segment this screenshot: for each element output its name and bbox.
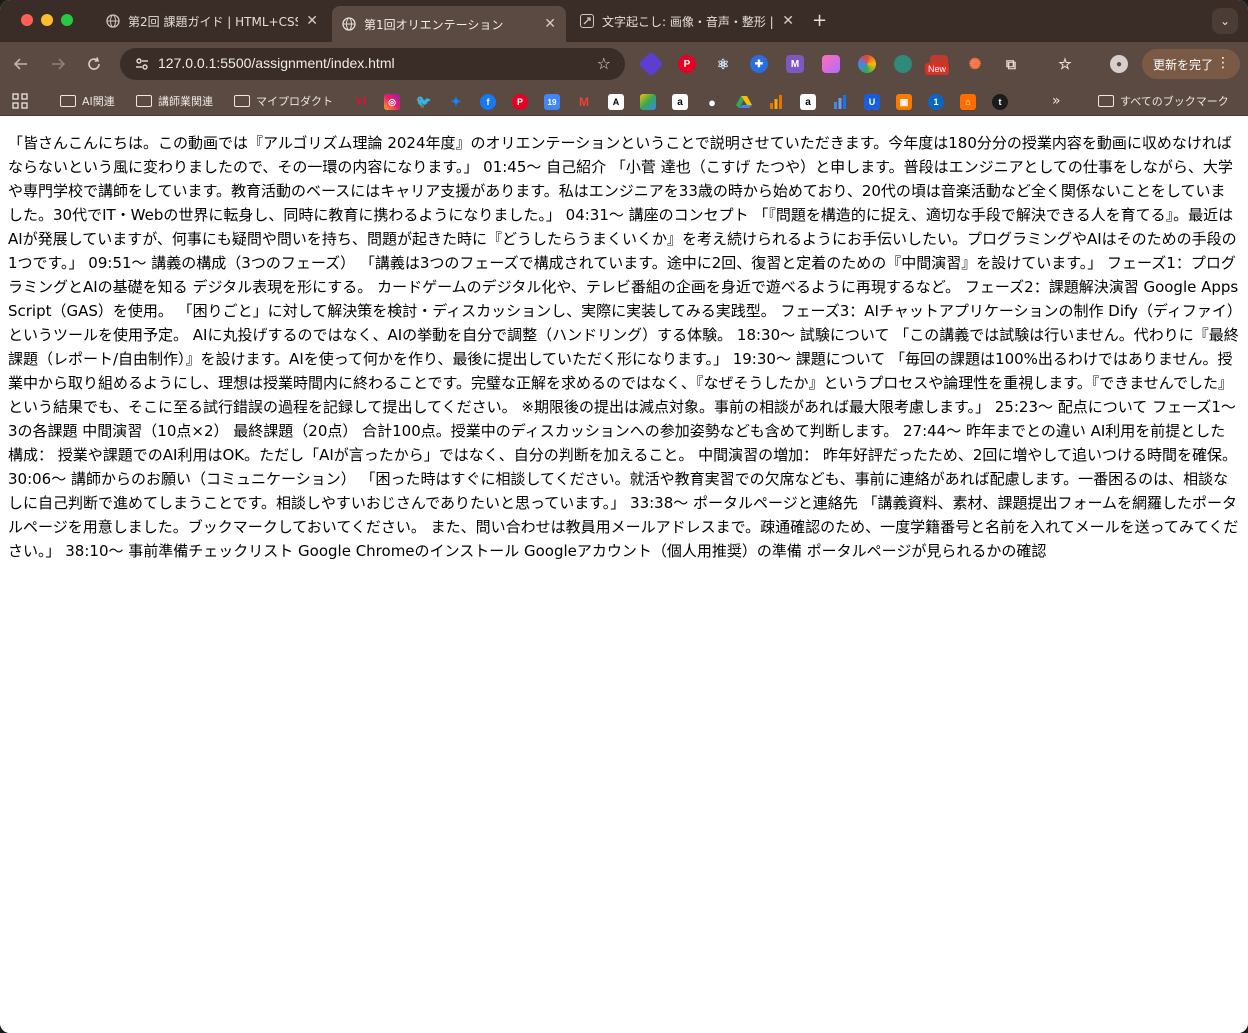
close-window-button[interactable] bbox=[21, 14, 33, 26]
bookmark-label: AI関連 bbox=[82, 95, 115, 108]
tab-title: 文字起こし: 画像・音声・整形 | C bbox=[602, 14, 775, 29]
bookmark-star-icon[interactable]: ☆ bbox=[597, 54, 611, 73]
github-bookmark-icon[interactable]: ● bbox=[704, 94, 720, 110]
bookmark-folder-ai[interactable]: AI関連 bbox=[60, 92, 115, 110]
new-badge: New bbox=[925, 63, 950, 75]
extension-sparkle-icon[interactable]: ✺ bbox=[966, 55, 984, 73]
folder-icon bbox=[1098, 95, 1114, 107]
gmail-bookmark-icon[interactable]: M bbox=[576, 94, 592, 110]
amazon-bookmark-icon[interactable]: a bbox=[800, 94, 816, 110]
page-viewport: 「皆さんこんにちは。この動画では『アルゴリズム理論 2024年度』のオリエンテー… bbox=[0, 117, 1248, 1033]
bookmark-label: すべてのブックマーク bbox=[1120, 95, 1229, 108]
extensions-puzzle-icon[interactable]: ⧉ bbox=[1002, 55, 1020, 73]
all-bookmarks-folder[interactable]: すべてのブックマーク bbox=[1098, 92, 1229, 110]
analytics-bookmark-icon[interactable] bbox=[768, 94, 784, 110]
tab-orientation[interactable]: 第1回オリエンテーション ✕ bbox=[332, 6, 566, 42]
yahoo-bookmark-icon[interactable]: Y! bbox=[353, 94, 369, 110]
chevron-down-icon: ⌄ bbox=[1219, 14, 1231, 28]
extension-fish-icon[interactable] bbox=[894, 55, 912, 73]
close-icon[interactable]: ✕ bbox=[306, 13, 318, 29]
maximize-window-button[interactable] bbox=[61, 14, 73, 26]
update-button[interactable]: 更新を完了 ⋮ bbox=[1142, 49, 1240, 79]
tab-title: 第2回 課題ガイド | HTML+CSS bbox=[128, 14, 299, 29]
site-info-icon[interactable] bbox=[134, 56, 150, 72]
home-bookmark-icon[interactable]: ⌂ bbox=[960, 94, 976, 110]
close-icon[interactable]: ✕ bbox=[782, 13, 794, 29]
tab-guide[interactable]: 第2回 課題ガイド | HTML+CSS ✕ bbox=[96, 6, 328, 36]
extension-diamond-icon[interactable] bbox=[638, 51, 664, 77]
close-icon[interactable]: ✕ bbox=[544, 16, 556, 32]
more-menu-icon[interactable]: ⋮ bbox=[1216, 55, 1230, 71]
color-picker-extension-icon[interactable] bbox=[858, 55, 876, 73]
new-tab-button[interactable]: + bbox=[812, 10, 827, 31]
folder-icon bbox=[136, 95, 152, 107]
bitwarden-bookmark-icon[interactable]: U bbox=[864, 94, 880, 110]
apps-grid-icon[interactable] bbox=[12, 93, 28, 109]
app-icon bbox=[580, 14, 594, 28]
google-pay-bookmark-icon[interactable] bbox=[640, 94, 656, 110]
onepassword-bookmark-icon[interactable]: 1 bbox=[928, 94, 944, 110]
extension-gradient-icon[interactable] bbox=[822, 55, 840, 73]
reading-list-icon[interactable]: ☆ bbox=[1056, 55, 1074, 73]
address-bar[interactable]: 127.0.0.1:5500/assignment/index.html ☆ bbox=[120, 48, 625, 80]
bluesky-bookmark-icon[interactable]: ✦ bbox=[448, 94, 464, 110]
reload-icon bbox=[88, 57, 100, 70]
reload-button[interactable] bbox=[83, 53, 105, 75]
calendar-bookmark-icon[interactable]: 19 bbox=[544, 94, 560, 110]
tab-search-button[interactable]: ⌄ bbox=[1212, 8, 1238, 34]
tab-transcription[interactable]: 文字起こし: 画像・音声・整形 | C ✕ bbox=[570, 6, 804, 36]
looker-bookmark-icon[interactable] bbox=[832, 94, 848, 110]
bookmark-folder-myproduct[interactable]: マイプロダクト bbox=[234, 92, 333, 110]
bookmark-label: マイプロダクト bbox=[256, 95, 333, 108]
extension-m-icon[interactable]: M bbox=[786, 55, 804, 73]
minimize-window-button[interactable] bbox=[41, 14, 53, 26]
pinterest-bookmark-icon[interactable]: P bbox=[512, 94, 528, 110]
toolbar: 127.0.0.1:5500/assignment/index.html ☆ P… bbox=[0, 42, 1248, 86]
arrow-left-icon bbox=[13, 58, 27, 70]
facebook-bookmark-icon[interactable]: f bbox=[480, 94, 496, 110]
amazon-bookmark-icon[interactable]: a bbox=[672, 94, 688, 110]
update-label: 更新を完了 bbox=[1153, 57, 1214, 72]
folder-icon bbox=[234, 95, 250, 107]
transcript-text: 「皆さんこんにちは。この動画では『アルゴリズム理論 2024年度』のオリエンテー… bbox=[8, 134, 1239, 560]
globe-icon bbox=[342, 17, 356, 31]
arrow-right-icon bbox=[52, 58, 66, 70]
google-drive-bookmark-icon[interactable] bbox=[736, 94, 752, 110]
folder-icon bbox=[60, 95, 76, 107]
globe-icon bbox=[106, 14, 120, 28]
react-extension-icon[interactable]: ⚛ bbox=[714, 55, 732, 73]
bookmark-label: 講師業関連 bbox=[158, 95, 213, 108]
extension-gear-icon[interactable]: ✚ bbox=[750, 55, 768, 73]
instagram-bookmark-icon[interactable]: ◎ bbox=[384, 94, 400, 110]
twitter-bookmark-icon[interactable]: 🐦 bbox=[416, 94, 432, 110]
pinterest-extension-icon[interactable]: P bbox=[678, 55, 696, 73]
bookmarks-bar: AI関連 講師業関連 マイプロダクト Y! ◎ 🐦 ✦ f P 19 M A a… bbox=[0, 86, 1248, 116]
browser-window: 第2回 課題ガイド | HTML+CSS ✕ 第1回オリエンテーション ✕ 文字… bbox=[0, 0, 1248, 1033]
profile-avatar[interactable]: ● bbox=[1110, 55, 1128, 73]
bookmark-folder-lecturer[interactable]: 講師業関連 bbox=[136, 92, 213, 110]
tab-title: 第1回オリエンテーション bbox=[364, 17, 504, 32]
package-bookmark-icon[interactable]: ▣ bbox=[896, 94, 912, 110]
tumblr-bookmark-icon[interactable]: t bbox=[992, 94, 1008, 110]
more-bookmarks-button[interactable]: » bbox=[1052, 92, 1061, 110]
tab-strip: 第2回 課題ガイド | HTML+CSS ✕ 第1回オリエンテーション ✕ 文字… bbox=[0, 0, 1248, 42]
back-button[interactable] bbox=[10, 53, 32, 75]
forward-button[interactable] bbox=[47, 53, 69, 75]
url-text: 127.0.0.1:5500/assignment/index.html bbox=[158, 55, 395, 71]
notion-bookmark-icon[interactable]: A bbox=[608, 94, 624, 110]
